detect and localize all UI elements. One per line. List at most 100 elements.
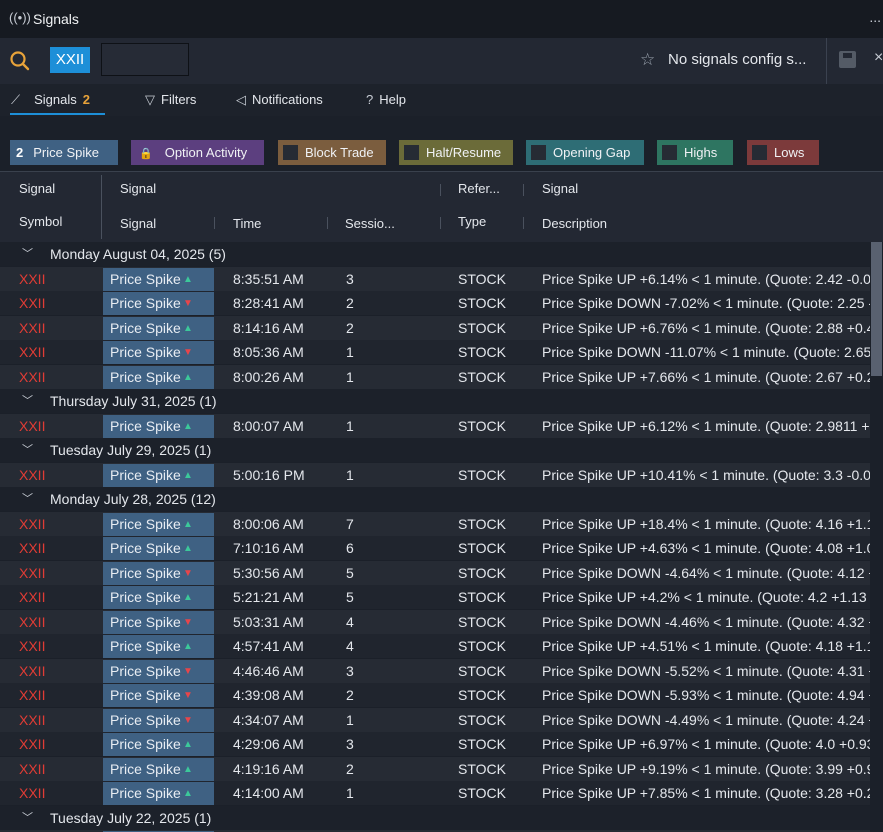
window-menu-button[interactable]: ... [869,9,881,25]
type-cell: STOCK [458,687,506,703]
symbol-cell: XXII [19,319,46,336]
search-icon[interactable] [9,50,31,72]
tab-notifications-label: Notifications [252,92,323,107]
type-cell: STOCK [458,417,506,434]
header-group-signal-3[interactable]: Signal [542,181,578,196]
chip-price-spike[interactable]: 2 Price Spike [10,140,118,165]
chevron-down-icon[interactable]: ﹀ [22,242,33,266]
chip-highs[interactable]: Highs [657,140,733,165]
header-session[interactable]: Sessio... [345,216,395,231]
chip-lows-checkbox[interactable] [752,145,767,160]
save-icon[interactable] [839,51,856,68]
session-cell: 1 [346,417,354,434]
description-cell: Price Spike UP +6.14% < 1 minute. (Quote… [542,270,870,287]
tab-filters[interactable]: ▽ Filters [145,92,196,108]
group-row[interactable]: ﹀ Tuesday July 22, 2025 (1) [0,805,870,830]
symbol-cell: XXII [19,711,46,728]
symbol-cell: XXII [19,540,46,556]
table-row[interactable]: XXII Price Spike ▲ 8:00:26 AM 1 STOCK Price Sp… [0,364,870,389]
table-row[interactable]: XXII Price Spike ▲ 8:14:16 AM 2 STOCK Price Sp… [0,315,870,340]
header-symbol[interactable]: Symbol [19,214,62,229]
header-group-reference[interactable]: Refer... [458,181,500,196]
group-label: Tuesday July 22, 2025 (1) [50,809,212,826]
arrow-down-icon: ▼ [183,298,193,309]
table-row[interactable]: XXII Price Spike ▲ 8:35:51 AM 3 STOCK Price Sp… [0,266,870,291]
arrow-up-icon: ▲ [183,420,193,432]
chip-lows[interactable]: Lows [747,140,819,165]
header-group-signal[interactable]: Signal [19,181,55,196]
description-cell: Price Spike UP +6.12% < 1 minute. (Quote… [542,417,870,434]
group-row[interactable]: ﹀ Monday July 28, 2025 (12) [0,487,870,511]
chip-highs-label: Highs [684,145,718,160]
close-icon[interactable]: × [874,49,883,67]
arrow-up-icon: ▲ [183,322,193,334]
header-description[interactable]: Description [542,216,607,231]
table-row[interactable]: XXII Price Spike ▼ 8:28:41 AM 2 STOCK Price Sp… [0,291,870,315]
table-row[interactable]: XXII Price Spike ▼ 5:03:31 AM 4 STOCK Price Sp… [0,609,870,634]
arrow-down-icon: ▼ [183,665,193,677]
symbol-chip[interactable]: XXII [50,47,90,73]
type-cell: STOCK [458,319,506,336]
chip-opening-gap[interactable]: Opening Gap [526,140,644,165]
table-row[interactable]: XXII Price Spike ▲ 8:00:07 AM 1 STOCK Price Sp… [0,413,870,438]
group-row[interactable]: ﹀ Tuesday July 29, 2025 (1) [0,438,870,462]
table-row[interactable]: XXII Price Spike ▼ 4:39:08 AM 2 STOCK Price Sp… [0,683,870,707]
table-row[interactable]: XXII Price Spike ▼ 5:30:56 AM 5 STOCK Price Sp… [0,560,870,585]
session-cell: 4 [346,638,354,654]
time-cell: 4:46:46 AM [233,662,304,679]
tab-help[interactable]: ? Help [366,92,406,107]
table-row[interactable]: XXII Price Spike ▼ 4:34:07 AM 1 STOCK Price Sp… [0,707,870,732]
header-signal[interactable]: Signal [120,216,156,231]
symbol-input[interactable] [101,43,189,76]
table-row[interactable]: XXII Price Spike ▲ 4:19:16 AM 2 STOCK Price Sp… [0,756,870,781]
chevron-down-icon[interactable]: ﹀ [22,806,33,830]
description-cell: Price Spike DOWN -4.64% < 1 minute. (Quo… [542,564,870,581]
time-cell: 5:00:16 PM [233,466,305,483]
table-row[interactable]: XXII Price Spike ▲ 7:10:16 AM 6 STOCK Price Sp… [0,536,870,560]
description-cell: Price Spike UP +9.19% < 1 minute. (Quote… [542,760,870,777]
table-row[interactable]: XXII Price Spike ▲ 5:00:16 PM 1 STOCK Price Sp… [0,462,870,487]
type-cell: STOCK [458,736,506,752]
tab-notifications[interactable]: ◁ Notifications [236,92,323,108]
chevron-down-icon[interactable]: ﹀ [22,487,33,511]
chevron-down-icon[interactable]: ﹀ [22,389,33,413]
chip-halt-resume[interactable]: Halt/Resume [399,140,513,165]
signals-broadcast-icon: ((•)) [9,10,31,25]
symbol-cell: XXII [19,466,46,483]
table-row[interactable]: XXII Price Spike ▼ 8:05:36 AM 1 STOCK Price Sp… [0,340,870,364]
group-row[interactable]: ﹀ Thursday July 31, 2025 (1) [0,389,870,413]
chip-halt-resume-checkbox[interactable] [404,145,419,160]
chevron-down-icon[interactable]: ﹀ [22,438,33,462]
chip-opening-gap-label: Opening Gap [553,145,631,160]
signals-config-name[interactable]: No signals config s... [668,51,806,68]
table-row[interactable]: XXII Price Spike ▲ 4:57:41 AM 4 STOCK Price Sp… [0,634,870,658]
session-cell: 2 [346,687,354,703]
header-time[interactable]: Time [233,216,261,231]
session-cell: 5 [346,564,354,581]
type-cell: STOCK [458,344,506,360]
table-row[interactable]: XXII Price Spike ▲ 8:00:06 AM 7 STOCK Price Sp… [0,511,870,536]
table-row[interactable]: XXII Price Spike ▲ 4:14:00 AM 1 STOCK Price Sp… [0,781,870,805]
chip-block-trade[interactable]: Block Trade [278,140,386,165]
header-group-signal-2[interactable]: Signal [120,181,156,196]
chip-opening-gap-checkbox[interactable] [531,145,546,160]
session-cell: 7 [346,515,354,532]
scrollbar-thumb[interactable] [871,242,882,376]
chip-option-activity[interactable]: 🔒 Option Activity [131,140,264,165]
table-row[interactable]: XXII Price Spike ▲ 5:21:21 AM 5 STOCK Price Sp… [0,585,870,609]
table-row[interactable]: XXII Price Spike ▼ 4:46:46 AM 3 STOCK Price Sp… [0,658,870,683]
tab-signals-label: Signals [34,92,77,107]
chip-highs-checkbox[interactable] [662,145,677,160]
session-cell: 2 [346,760,354,777]
table-row[interactable]: XXII Price Spike ▲ 4:29:06 AM 3 STOCK Price Sp… [0,732,870,756]
signal-label: Price Spike [110,687,181,703]
type-cell: STOCK [458,564,506,581]
symbol-cell: XXII [19,613,46,630]
chip-lows-label: Lows [774,145,805,160]
header-type[interactable]: Type [458,214,486,229]
time-cell: 7:10:16 AM [233,540,304,556]
chip-block-trade-checkbox[interactable] [283,145,298,160]
tab-signals[interactable]: ⟋ Signals 2 [11,92,90,108]
star-icon[interactable]: ☆ [640,50,655,70]
group-row[interactable]: ﹀ Monday August 04, 2025 (5) [0,242,870,266]
